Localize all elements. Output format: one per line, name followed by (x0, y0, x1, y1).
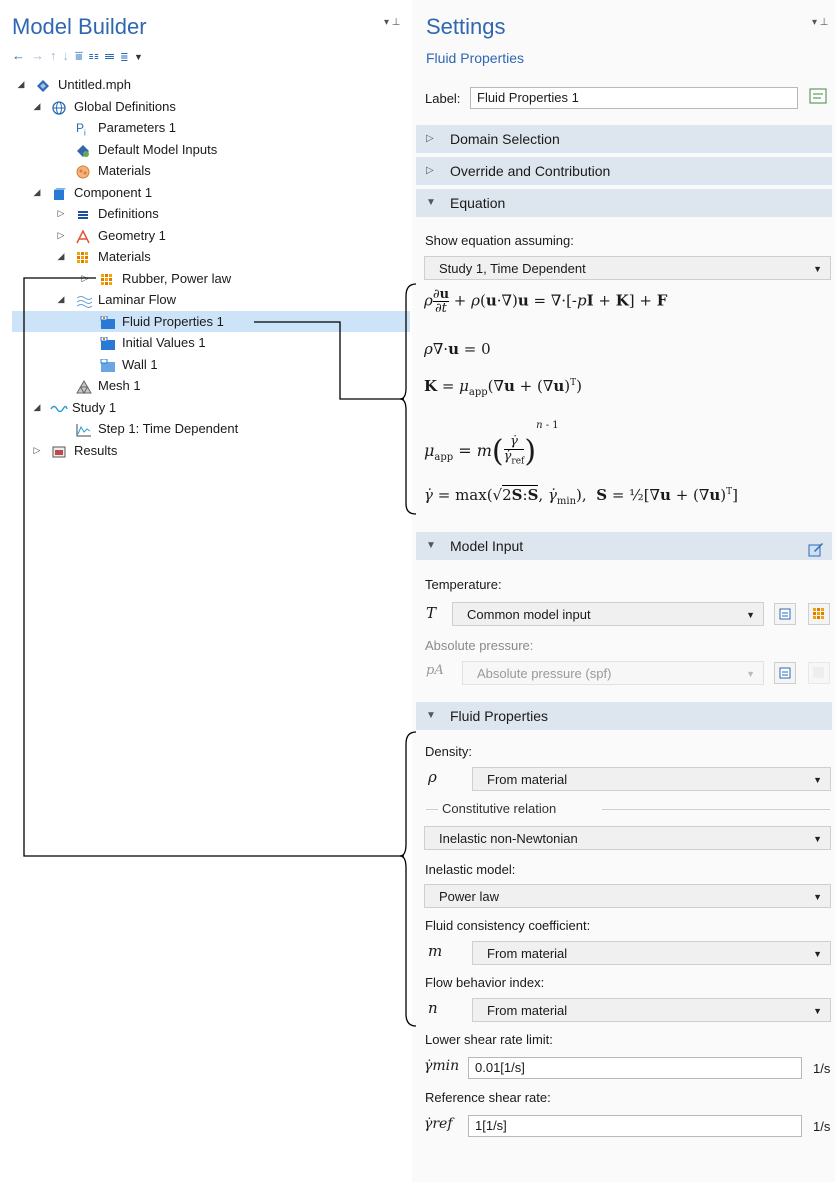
brace-fluid-properties (399, 731, 417, 1027)
callout-lines (23, 277, 404, 857)
callout-overlay (23, 277, 417, 1027)
brace-equations (399, 283, 417, 515)
